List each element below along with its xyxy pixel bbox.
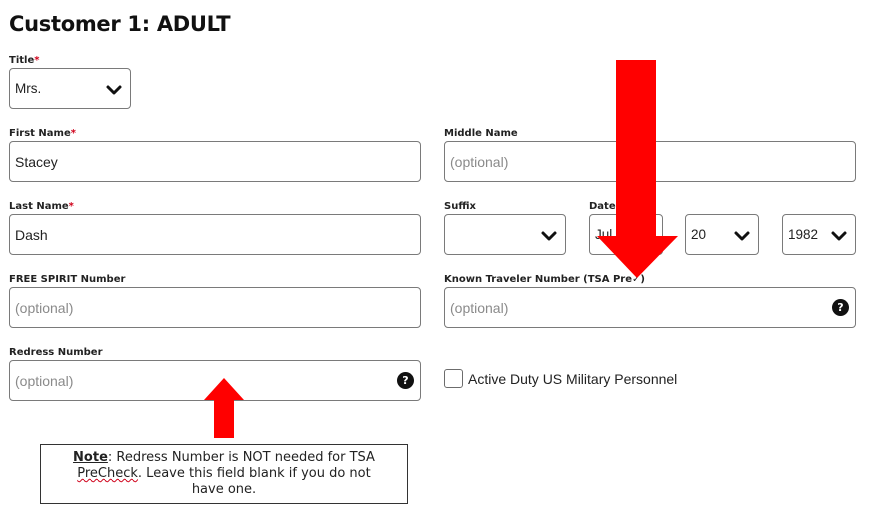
first-name-field[interactable] <box>10 142 420 181</box>
down-arrow-annotation <box>597 60 678 278</box>
page-title: Customer 1: ADULT <box>9 12 231 36</box>
note-word: Note <box>73 450 108 465</box>
chevron-down-icon <box>106 85 122 95</box>
help-icon[interactable]: ? <box>397 372 414 389</box>
ktn-field[interactable] <box>445 288 855 327</box>
suffix-select[interactable] <box>444 214 566 255</box>
free-spirit-field-wrap <box>9 287 421 328</box>
chevron-down-icon <box>541 231 557 241</box>
up-arrow-annotation <box>204 378 244 438</box>
first-name-label: First Name* <box>9 128 76 139</box>
suffix-label: Suffix <box>444 201 476 212</box>
last-name-field[interactable] <box>10 215 420 254</box>
free-spirit-field[interactable] <box>10 288 420 327</box>
note-line2: . Leave this field blank if you do not <box>137 466 371 481</box>
note-precheck: PreCheck <box>77 466 138 481</box>
dob-day-select[interactable]: 20 <box>685 214 759 255</box>
title-select[interactable]: Mrs. <box>9 68 131 109</box>
help-icon[interactable]: ? <box>832 299 849 316</box>
title-label: Title* <box>9 55 40 66</box>
military-checkbox[interactable] <box>444 369 463 388</box>
note-line1: : Redress Number is NOT needed for TSA <box>107 450 375 465</box>
last-name-label: Last Name* <box>9 201 74 212</box>
chevron-down-icon <box>831 231 847 241</box>
ktn-field-wrap: ? <box>444 287 856 328</box>
middle-name-label: Middle Name <box>444 128 518 139</box>
note-box: Note: Redress Number is NOT needed for T… <box>40 444 408 504</box>
free-spirit-label: FREE SPIRIT Number <box>9 274 126 285</box>
note-line3: have one. <box>191 482 257 497</box>
dob-year-select[interactable]: 1982 <box>782 214 856 255</box>
last-name-field-wrap <box>9 214 421 255</box>
first-name-field-wrap <box>9 141 421 182</box>
chevron-down-icon <box>734 231 750 241</box>
military-checkbox-label[interactable]: Active Duty US Military Personnel <box>468 371 677 387</box>
redress-label: Redress Number <box>9 347 103 358</box>
